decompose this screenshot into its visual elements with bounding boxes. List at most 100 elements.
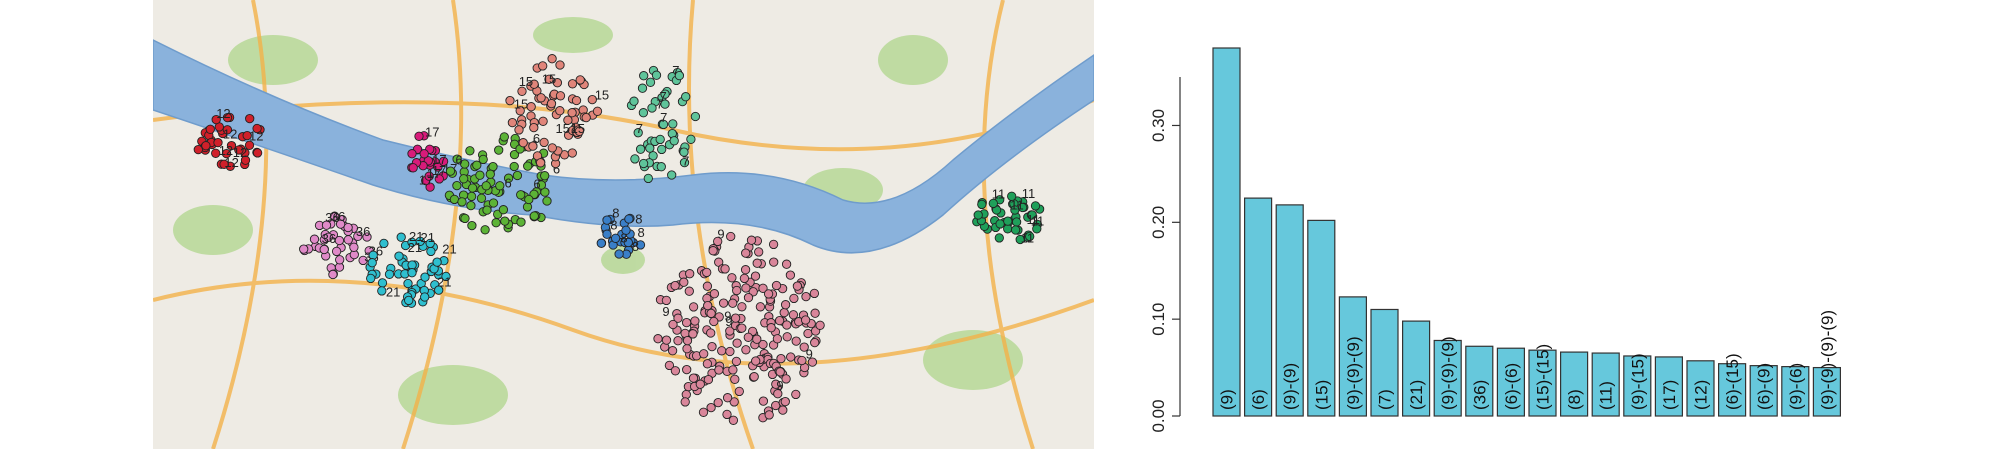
bar-label: (9)-(6) bbox=[1786, 363, 1805, 410]
bar-label: (9)-(9)-(9) bbox=[1439, 336, 1458, 410]
cluster-point bbox=[706, 328, 716, 338]
cluster-map: 1212121212121717171717176666661515151515… bbox=[152, 0, 1095, 450]
cluster-point bbox=[485, 169, 495, 179]
cluster-point bbox=[679, 277, 689, 287]
cluster-point bbox=[763, 289, 774, 299]
cluster-label: 9 bbox=[724, 309, 731, 324]
bar-label: (6)-(9) bbox=[1755, 363, 1774, 410]
cluster-point bbox=[432, 257, 442, 267]
cluster-point bbox=[709, 316, 719, 327]
cluster-point bbox=[726, 231, 736, 242]
cluster-point bbox=[682, 364, 692, 375]
cluster-point bbox=[516, 190, 526, 200]
cluster-point bbox=[540, 171, 550, 181]
cluster-point bbox=[752, 258, 762, 268]
cluster-label: 21 bbox=[437, 274, 451, 289]
cluster-point bbox=[546, 98, 557, 109]
cluster-point bbox=[592, 106, 603, 116]
cluster-point bbox=[737, 323, 747, 333]
cluster-point bbox=[524, 194, 534, 205]
cluster-point bbox=[499, 132, 509, 142]
cluster-point bbox=[555, 60, 565, 70]
cluster-point bbox=[629, 96, 639, 106]
cluster-point bbox=[491, 218, 501, 228]
bars bbox=[1212, 47, 1842, 417]
cluster-label: 8 bbox=[620, 231, 627, 246]
cluster-point bbox=[669, 136, 679, 146]
cluster-point bbox=[769, 257, 779, 267]
cluster-point bbox=[523, 161, 533, 171]
cluster-point bbox=[743, 292, 754, 303]
cluster-point bbox=[782, 332, 792, 342]
cluster-point bbox=[686, 134, 696, 144]
cluster-point bbox=[746, 235, 757, 245]
cluster-point bbox=[495, 181, 505, 191]
cluster-label: 7 bbox=[682, 153, 689, 168]
cluster-label: 8 bbox=[635, 212, 642, 227]
cluster-point bbox=[786, 352, 796, 362]
cluster-point bbox=[396, 232, 406, 242]
bar-label: (6) bbox=[1249, 389, 1268, 410]
cluster-label: 36 bbox=[356, 224, 370, 239]
cluster-point bbox=[668, 119, 678, 129]
cluster-point bbox=[717, 346, 727, 356]
cluster-point bbox=[703, 374, 714, 385]
cluster-point bbox=[661, 335, 672, 345]
cluster-point bbox=[567, 148, 577, 158]
bar bbox=[1243, 197, 1273, 417]
bar-label: (9)-(9) bbox=[1281, 363, 1300, 410]
bar-label: (9) bbox=[1218, 389, 1237, 410]
cluster-point bbox=[488, 198, 499, 208]
cluster-point bbox=[702, 267, 712, 278]
cluster-label: 15 bbox=[571, 121, 585, 136]
cluster-point bbox=[706, 308, 716, 319]
cluster-point bbox=[653, 334, 663, 344]
cluster-label: 8 bbox=[632, 239, 639, 254]
cluster-point bbox=[995, 219, 1005, 229]
cluster-point bbox=[500, 216, 510, 226]
cluster-point bbox=[776, 353, 786, 364]
cluster-point bbox=[498, 205, 509, 215]
cluster-point bbox=[682, 344, 692, 354]
cluster-point bbox=[728, 415, 739, 425]
cluster-point bbox=[460, 213, 470, 224]
cluster-point bbox=[465, 146, 475, 156]
cluster-label: 15 bbox=[519, 74, 533, 89]
cluster-point bbox=[384, 269, 395, 279]
cluster-point bbox=[420, 292, 430, 302]
cluster-point bbox=[690, 316, 700, 326]
bar-label: (7) bbox=[1376, 389, 1395, 410]
cluster-point bbox=[684, 286, 694, 296]
cluster-label: 7 bbox=[636, 121, 643, 136]
cluster-label: 15 bbox=[514, 97, 528, 112]
cluster-point bbox=[737, 302, 747, 312]
bar-label: (17) bbox=[1660, 380, 1679, 410]
cluster-point bbox=[702, 281, 713, 291]
cluster-point bbox=[781, 259, 792, 269]
cluster-point bbox=[596, 238, 606, 248]
cluster-point bbox=[547, 54, 557, 64]
cluster-point bbox=[780, 300, 791, 310]
cluster-label: 11 bbox=[1027, 212, 1041, 227]
bar-label: (9)-(9)-(9) bbox=[1344, 336, 1363, 410]
cluster-label: 21 bbox=[386, 285, 400, 300]
bar-label: (8) bbox=[1565, 389, 1584, 410]
bar-label: (21) bbox=[1407, 380, 1426, 410]
bar-label: (15)-(15) bbox=[1534, 344, 1553, 410]
cluster-point bbox=[752, 334, 762, 344]
cluster-point bbox=[977, 199, 987, 210]
cluster-point bbox=[994, 233, 1004, 243]
cluster-point bbox=[741, 248, 751, 258]
cluster-label: 36 bbox=[322, 231, 336, 246]
cluster-point bbox=[775, 367, 785, 377]
cluster-point bbox=[645, 77, 656, 87]
bar-label: (36) bbox=[1470, 380, 1489, 410]
cluster-point bbox=[349, 242, 359, 252]
cluster-point bbox=[741, 283, 751, 293]
cluster-point bbox=[791, 336, 801, 346]
cluster-point bbox=[514, 125, 524, 135]
cluster-point bbox=[698, 407, 709, 417]
bar-label: (12) bbox=[1692, 380, 1711, 410]
cluster-point bbox=[657, 144, 667, 155]
cluster-point bbox=[754, 247, 764, 257]
